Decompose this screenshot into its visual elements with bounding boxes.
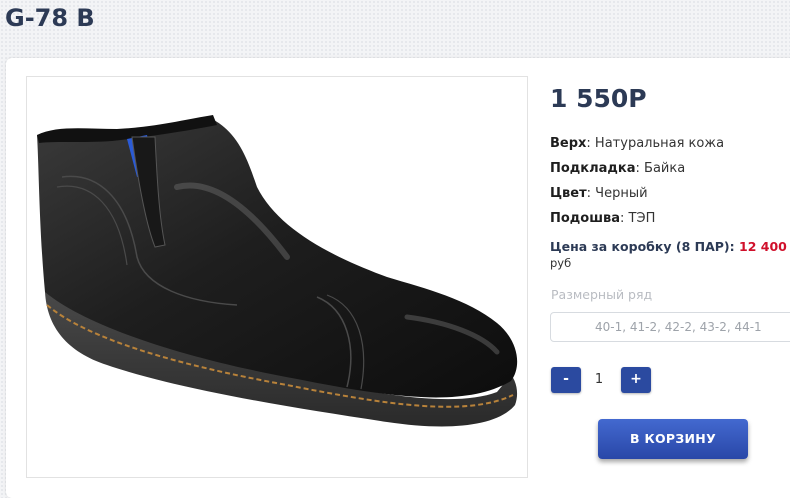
size-range-label: Размерный ряд <box>551 287 653 302</box>
spec-lining-value: : Байка <box>635 161 686 176</box>
spec-sole-label: Подошва <box>550 211 621 226</box>
spec-upper-label: Верх <box>550 136 587 151</box>
spec-lining-label: Подкладка <box>550 161 636 176</box>
product-price: 1 550P <box>550 84 647 113</box>
box-price-label: Цена за коробку (8 ПАР): <box>550 239 739 254</box>
box-price-currency: руб <box>550 256 572 270</box>
shoe-illustration <box>37 115 518 427</box>
box-price-value: 12 400 <box>739 239 787 254</box>
product-title: G-78 B <box>5 4 95 32</box>
spec-color-value: : Черный <box>586 186 648 201</box>
quantity-increase-button[interactable]: + <box>621 367 651 393</box>
spec-color: Цвет: Черный <box>550 186 648 201</box>
product-image[interactable] <box>26 76 528 478</box>
add-to-cart-button[interactable]: В КОРЗИНУ <box>598 419 748 459</box>
spec-sole: Подошва: ТЭП <box>550 211 655 226</box>
box-price: Цена за коробку (8 ПАР): 12 400 <box>550 239 787 254</box>
spec-upper: Верх: Натуральная кожа <box>550 136 724 151</box>
spec-lining: Подкладка: Байка <box>550 161 685 176</box>
spec-sole-value: : ТЭП <box>620 211 656 226</box>
spec-upper-value: : Натуральная кожа <box>586 136 725 151</box>
quantity-value[interactable]: 1 <box>584 367 614 393</box>
quantity-decrease-button[interactable]: - <box>551 367 581 393</box>
size-range-field[interactable]: 40-1, 41-2, 42-2, 43-2, 44-1 <box>550 312 790 342</box>
spec-color-label: Цвет <box>550 186 587 201</box>
